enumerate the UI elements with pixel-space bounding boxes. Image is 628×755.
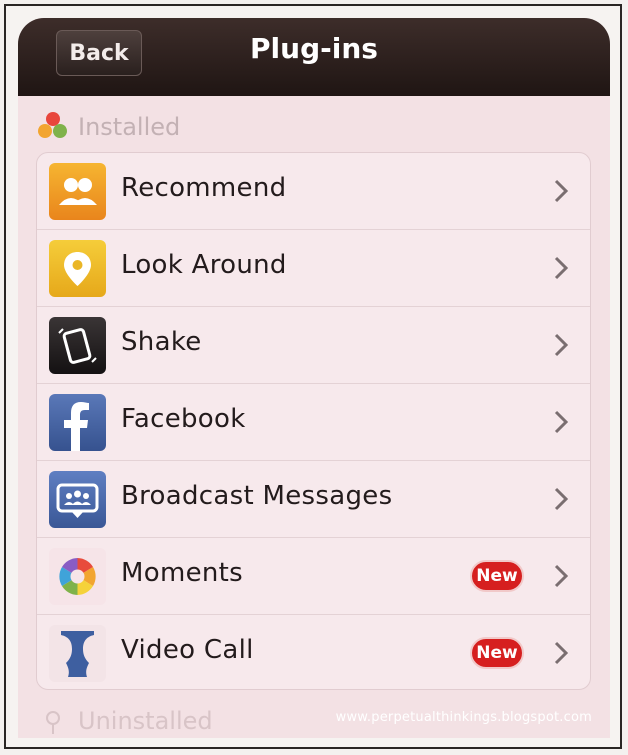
item-label: Facebook <box>121 404 246 434</box>
plugin-list: Recommend Look Around Shake Facebook Bro… <box>36 152 591 690</box>
chevron-right-icon <box>554 333 568 357</box>
chevron-right-icon <box>554 179 568 203</box>
list-item-facebook[interactable]: Facebook <box>37 384 590 461</box>
facebook-icon <box>49 394 106 451</box>
watermark: www.perpetualthinkings.blogspot.com <box>335 710 592 725</box>
list-item-look-around[interactable]: Look Around <box>37 230 590 307</box>
section-label: Uninstalled <box>78 707 213 735</box>
shake-phone-icon <box>49 317 106 374</box>
chevron-right-icon <box>554 487 568 511</box>
phone-screen: Back Plug-ins Installed Recommend Look A… <box>18 18 610 738</box>
chevron-right-icon <box>554 564 568 588</box>
chevron-right-icon <box>554 256 568 280</box>
location-pin-icon <box>49 240 106 297</box>
plugins-cluster-icon <box>38 112 68 142</box>
moments-icon <box>49 548 106 605</box>
section-header-installed: Installed <box>38 110 180 144</box>
list-item-moments[interactable]: Moments New <box>37 538 590 615</box>
item-label: Broadcast Messages <box>121 481 393 511</box>
list-item-video-call[interactable]: Video Call New <box>37 615 590 689</box>
section-label: Installed <box>78 113 181 141</box>
item-label: Moments <box>121 558 243 588</box>
list-item-shake[interactable]: Shake <box>37 307 590 384</box>
page-title: Plug-ins <box>250 32 378 65</box>
item-label: Video Call <box>121 635 254 665</box>
broadcast-messages-icon <box>49 471 106 528</box>
video-call-icon <box>49 625 106 682</box>
item-label: Look Around <box>121 250 287 280</box>
item-label: Shake <box>121 327 202 357</box>
recommend-icon <box>49 163 106 220</box>
item-label: Recommend <box>121 173 287 203</box>
chevron-right-icon <box>554 410 568 434</box>
new-badge: New <box>470 637 524 669</box>
new-badge: New <box>470 560 524 592</box>
chevron-right-icon <box>554 641 568 665</box>
section-header-uninstalled: Uninstalled <box>38 704 213 738</box>
list-item-recommend[interactable]: Recommend <box>37 153 590 230</box>
list-item-broadcast-messages[interactable]: Broadcast Messages <box>37 461 590 538</box>
top-bar: Back Plug-ins <box>18 18 610 96</box>
plugin-outline-icon <box>38 706 68 736</box>
